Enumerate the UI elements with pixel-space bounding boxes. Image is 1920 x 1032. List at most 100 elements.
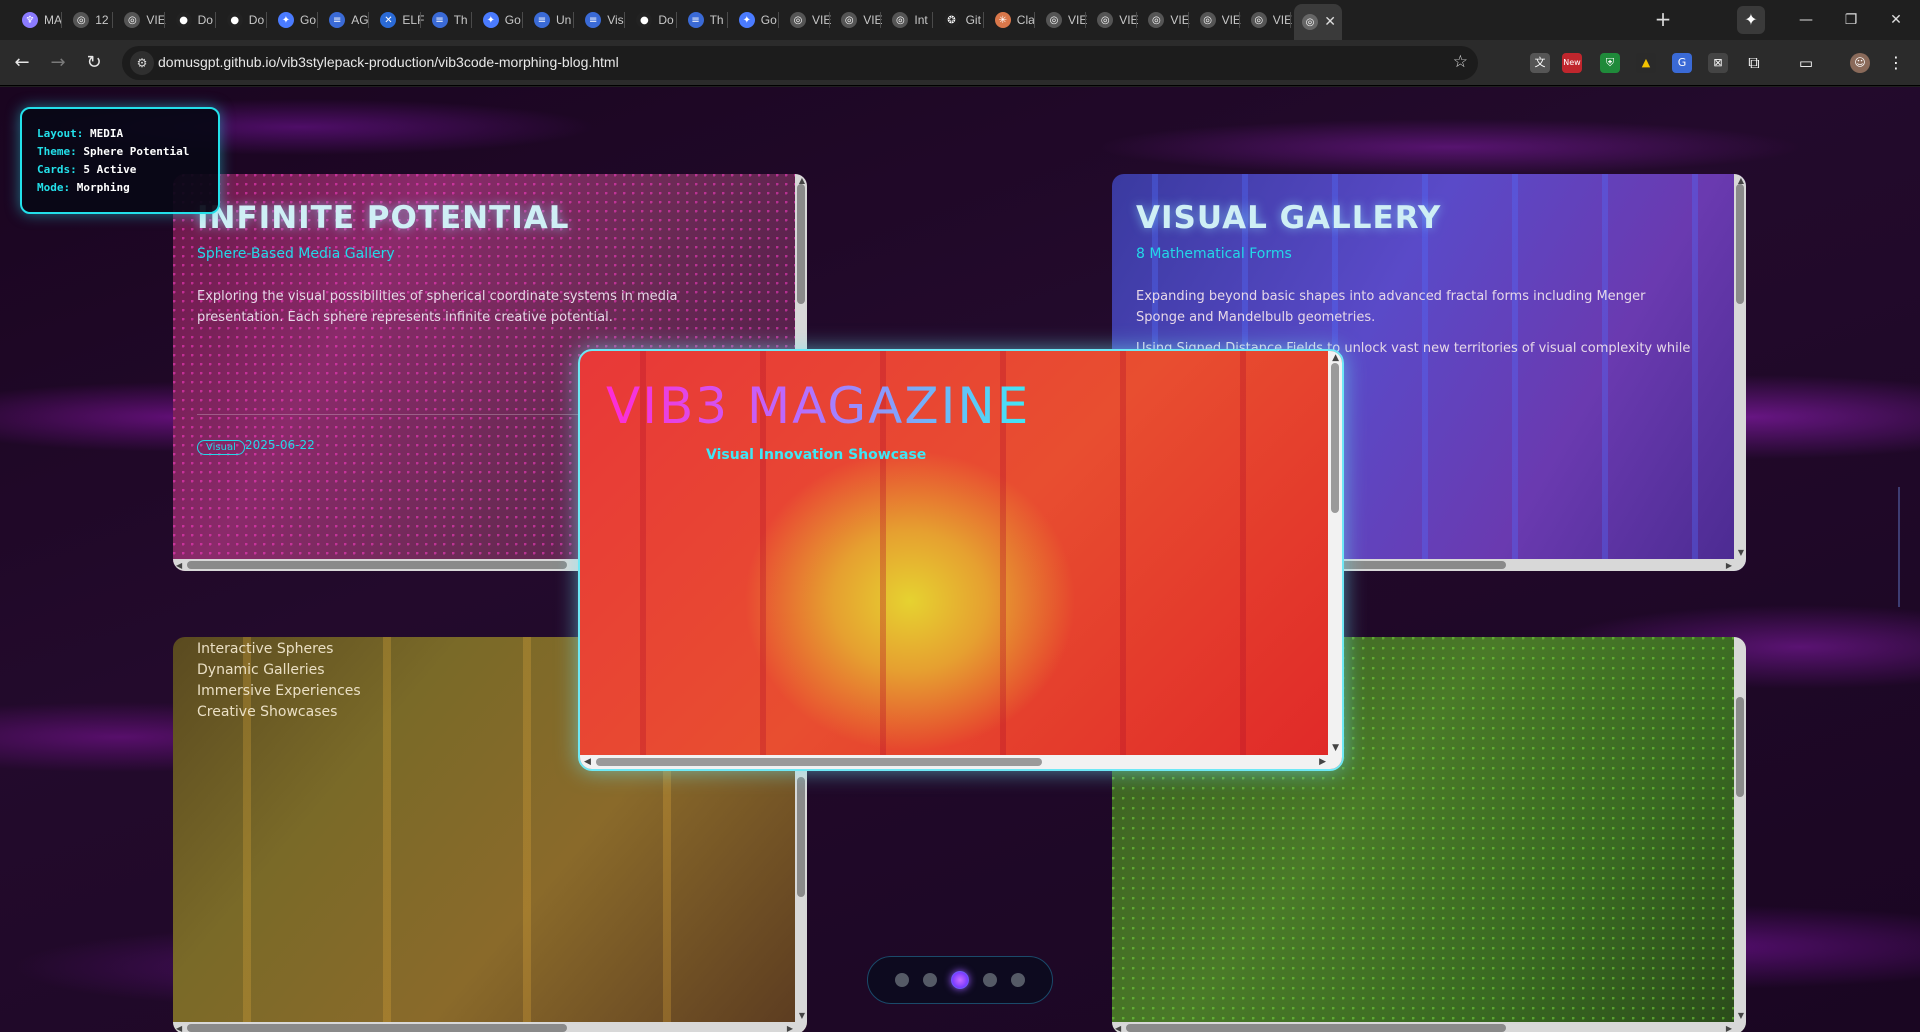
tab-separator <box>112 12 114 28</box>
scroll-left-arrow-icon[interactable]: ◀ <box>176 561 182 570</box>
vertical-scrollbar[interactable] <box>1328 351 1342 755</box>
vertical-scrollbar[interactable] <box>1734 637 1746 1022</box>
globe-icon: ◎ <box>1097 12 1114 28</box>
page-scroll-indicator <box>1898 487 1900 607</box>
extension-icon[interactable]: ⊠ <box>1708 53 1728 73</box>
gemini-icon[interactable]: ✦ <box>1737 6 1765 34</box>
scroll-left-arrow-icon[interactable]: ◀ <box>584 757 591 767</box>
restore-icon[interactable]: ❐ <box>1836 8 1866 32</box>
card-body: Exploring the visual possibilities of sp… <box>197 289 678 325</box>
reload-icon[interactable]: ↻ <box>80 49 108 77</box>
tab-separator <box>880 12 882 28</box>
scroll-up-arrow-icon[interactable]: ▲ <box>1738 176 1744 185</box>
tab-title: Go <box>504 13 521 27</box>
globe-icon: ◎ <box>841 12 858 28</box>
github-icon: ● <box>226 12 243 28</box>
pagination-dot-active[interactable] <box>951 971 969 989</box>
pagination-dot[interactable] <box>923 973 937 987</box>
pagination-dot[interactable] <box>895 973 909 987</box>
info-key: Layout: <box>37 127 84 140</box>
scroll-right-arrow-icon[interactable]: ▶ <box>787 1024 793 1032</box>
tab-title: Int <box>914 13 928 27</box>
globe-icon: ◎ <box>1148 12 1165 28</box>
tab-title: Th <box>709 13 724 27</box>
scroll-down-arrow-icon[interactable]: ▼ <box>799 1011 805 1020</box>
gemini-icon: ✦ <box>482 12 499 28</box>
shield-ext-icon[interactable]: ⛨ <box>1600 53 1620 73</box>
tab-separator <box>1034 12 1035 28</box>
tab-separator <box>163 12 165 28</box>
scroll-right-arrow-icon[interactable]: ▶ <box>1319 757 1326 767</box>
close-window-icon[interactable]: ✕ <box>1881 8 1911 32</box>
side-panel-icon[interactable]: ▭ <box>1796 53 1816 73</box>
scroll-right-arrow-icon[interactable]: ▶ <box>1726 1024 1732 1032</box>
card-title: INFINITE POTENTIAL <box>197 200 570 236</box>
vertical-scrollbar[interactable] <box>1734 174 1746 559</box>
tab-separator <box>419 12 421 28</box>
tab-separator <box>675 12 677 28</box>
translate-ext-icon[interactable]: 文 <box>1530 53 1550 73</box>
gemini-icon: ✦ <box>278 12 294 28</box>
tab-separator <box>317 12 319 28</box>
scroll-down-arrow-icon[interactable]: ▼ <box>1738 1011 1744 1020</box>
menu-dots-icon[interactable]: ⋮ <box>1886 53 1906 73</box>
tab-title: Git <box>965 13 981 27</box>
horizontal-scrollbar[interactable] <box>1112 1022 1746 1032</box>
featured-title: VIB3 MAGAZINE <box>606 377 1031 435</box>
tab-title: Cla <box>1016 13 1035 27</box>
minimize-icon[interactable]: — <box>1791 8 1821 32</box>
tab-strip: ♆ MA ◎ 12 ◎ VIE ● Do ● Do ✦ Go ≡ AG ✕ ELF ≡ Th ✦ Go ≡ Un ≡ Vis ●… <box>0 0 1920 40</box>
card-subtitle: Sphere-Based Media Gallery <box>197 246 395 262</box>
tab-title: AG <box>351 13 369 27</box>
google-translate-icon[interactable]: G <box>1672 53 1692 73</box>
tab-title: VIE <box>1170 13 1190 27</box>
url-text[interactable]: domusgpt.github.io/vib3stylepack-product… <box>158 54 619 70</box>
tab-title: Th <box>453 13 468 27</box>
openai-icon: ❂ <box>943 12 960 28</box>
tab-separator <box>931 12 933 28</box>
tab-title: VIE <box>1272 13 1293 27</box>
scroll-down-arrow-icon[interactable]: ▼ <box>1738 548 1744 557</box>
tab-title: VIE <box>812 13 832 27</box>
claude-icon: ✳ <box>994 12 1011 28</box>
pagination-dot[interactable] <box>983 973 997 987</box>
scroll-left-arrow-icon[interactable]: ◀ <box>1115 1024 1121 1032</box>
tab-title: VIE <box>1068 13 1088 27</box>
category-tag[interactable]: Visual <box>197 440 245 455</box>
scroll-left-arrow-icon[interactable]: ◀ <box>176 1024 182 1032</box>
tab-separator <box>1290 12 1291 28</box>
tab-title: Vis <box>607 13 624 27</box>
puzzle-extensions-icon[interactable]: ⧉ <box>1744 53 1764 73</box>
active-browser-tab[interactable]: ◎ ✕ <box>1294 4 1342 40</box>
globe-icon: ◎ <box>124 12 141 28</box>
card-title: VISUAL GALLERY <box>1136 200 1442 236</box>
info-value: MEDIA <box>89 127 124 140</box>
gemini-icon: ✦ <box>738 12 755 28</box>
forward-arrow-icon[interactable]: → <box>44 49 72 77</box>
doc-icon: ≡ <box>329 12 346 28</box>
scroll-down-arrow-icon[interactable]: ▼ <box>1332 743 1339 753</box>
info-key: Cards: <box>37 163 77 176</box>
pagination-dot[interactable] <box>1011 973 1025 987</box>
bookmark-star-icon[interactable]: ☆ <box>1453 52 1468 72</box>
site-info-icon[interactable]: ⚙ <box>130 51 154 75</box>
address-bar[interactable]: ⚙ domusgpt.github.io/vib3stylepack-produ… <box>122 46 1478 80</box>
drive-ext-icon[interactable]: ▲ <box>1636 53 1656 73</box>
new-tab-button[interactable]: + <box>1651 8 1675 32</box>
tab-separator <box>1238 12 1240 28</box>
tab-separator <box>470 12 472 28</box>
horizontal-scrollbar[interactable] <box>580 755 1342 769</box>
scroll-right-arrow-icon[interactable]: ▶ <box>1726 561 1732 570</box>
tab-separator <box>1136 12 1138 28</box>
scroll-up-arrow-icon[interactable]: ▲ <box>799 176 805 185</box>
featured-card-vib3-magazine[interactable]: VIB3 MAGAZINE Visual Innovation Showcase… <box>578 349 1344 771</box>
scroll-up-arrow-icon[interactable]: ▲ <box>1332 353 1339 363</box>
horizontal-scrollbar[interactable] <box>173 1022 807 1032</box>
back-arrow-icon[interactable]: ← <box>8 49 36 77</box>
tab-separator <box>266 12 267 28</box>
post-date: 2025-06-22 <box>245 438 315 452</box>
close-tab-icon[interactable]: ✕ <box>1324 14 1336 30</box>
profile-avatar[interactable]: ☺ <box>1850 53 1870 73</box>
new-badge-ext[interactable]: New <box>1562 53 1582 73</box>
octopus-icon: ♆ <box>22 12 38 28</box>
